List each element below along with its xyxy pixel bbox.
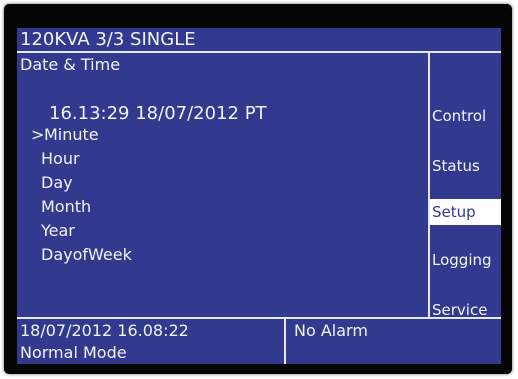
status-datetime-panel: 18/07/2012 16.08:22 Normal Mode [17, 319, 286, 364]
menu-item-label: Hour [41, 149, 80, 168]
menu-item-dayofweek[interactable]: DayofWeek [17, 243, 217, 267]
content-panel: Date & Time 16.13:29 18/07/2012 PT > Min… [17, 53, 430, 317]
menu-item-minute[interactable]: > Minute [17, 123, 217, 147]
menu-item-label: Year [41, 221, 75, 240]
status-datetime: 18/07/2012 16.08:22 [20, 321, 189, 340]
operating-mode: Normal Mode [20, 343, 127, 362]
menu-item-month[interactable]: Month [17, 195, 217, 219]
page-title: Date & Time [20, 55, 121, 74]
sidebar-menu: Control Status Setup Logging Service [430, 53, 501, 319]
sidebar-item-control[interactable]: Control [430, 103, 501, 129]
menu-item-label: DayofWeek [41, 245, 132, 264]
device-title: 120KVA 3/3 SINGLE [20, 29, 196, 50]
sidebar-item-status[interactable]: Status [430, 153, 501, 179]
menu-item-hour[interactable]: Hour [17, 147, 217, 171]
lcd-screen: 120KVA 3/3 SINGLE Date & Time 16.13:29 1… [17, 28, 501, 364]
menu-item-label: Day [41, 173, 73, 192]
selection-marker: > [31, 125, 45, 144]
alarm-panel: No Alarm [286, 319, 501, 364]
title-bar: 120KVA 3/3 SINGLE [17, 28, 501, 53]
status-bar: 18/07/2012 16.08:22 Normal Mode No Alarm [17, 317, 501, 364]
current-datetime: 16.13:29 18/07/2012 PT [49, 103, 267, 124]
alarm-status: No Alarm [294, 321, 368, 340]
menu-item-label: Month [41, 197, 92, 216]
sidebar-item-logging[interactable]: Logging [430, 247, 501, 273]
menu-item-label: Minute [44, 125, 99, 144]
sidebar-item-setup[interactable]: Setup [430, 199, 501, 225]
menu-item-day[interactable]: Day [17, 171, 217, 195]
menu-item-year[interactable]: Year [17, 219, 217, 243]
